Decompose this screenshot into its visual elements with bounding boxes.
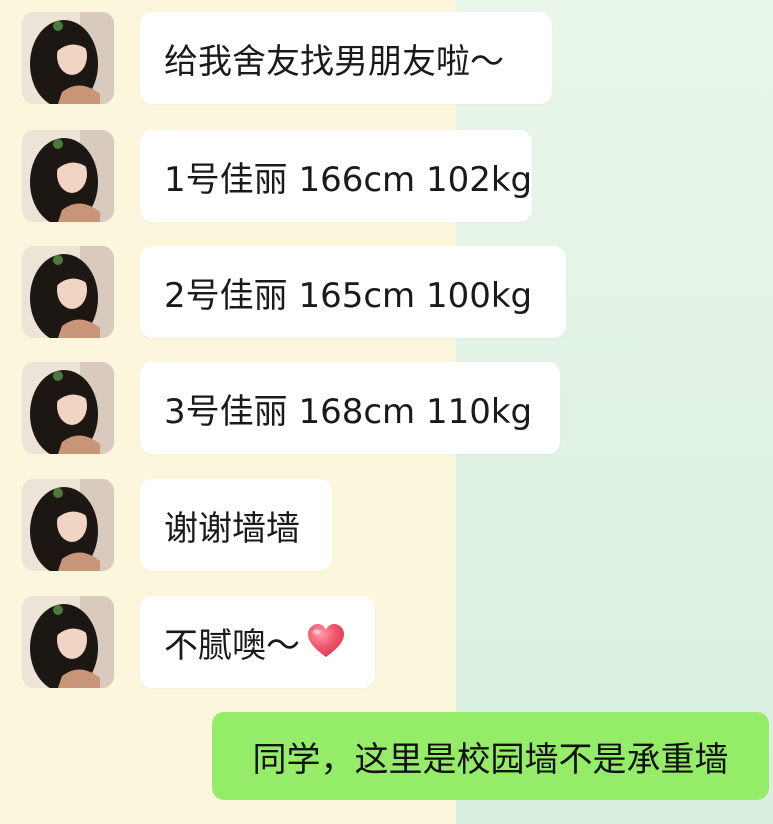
- avatar[interactable]: [22, 596, 114, 688]
- reply-bubble[interactable]: 同学，这里是校园墙不是承重墙: [212, 712, 769, 800]
- message-text: 3号佳丽 168cm 110kg: [164, 391, 533, 432]
- message-bubble[interactable]: 给我舍友找男朋友啦～: [140, 12, 552, 104]
- message-bubble[interactable]: 2号佳丽 165cm 100kg: [140, 246, 566, 338]
- message-bubble[interactable]: 3号佳丽 168cm 110kg: [140, 362, 560, 454]
- message-text: 给我舍友找男朋友啦～: [164, 41, 504, 82]
- message-bubble[interactable]: 不腻噢～: [140, 596, 375, 688]
- avatar[interactable]: [22, 246, 114, 338]
- avatar-image: [22, 479, 114, 571]
- message-text: 1号佳丽 166cm 102kg: [164, 159, 533, 200]
- avatar-image: [22, 362, 114, 454]
- avatar-image: [22, 246, 114, 338]
- message-bubble[interactable]: 谢谢墙墙: [140, 479, 332, 571]
- message-text: 谢谢墙墙: [164, 508, 300, 549]
- avatar-image: [22, 12, 114, 104]
- avatar[interactable]: [22, 362, 114, 454]
- avatar[interactable]: [22, 12, 114, 104]
- message-bubble[interactable]: 1号佳丽 166cm 102kg: [140, 130, 532, 222]
- heart-icon: [308, 624, 344, 657]
- message-text: 不腻噢～: [164, 625, 300, 666]
- avatar[interactable]: [22, 479, 114, 571]
- avatar-image: [22, 596, 114, 688]
- message-text: 2号佳丽 165cm 100kg: [164, 275, 533, 316]
- avatar[interactable]: [22, 130, 114, 222]
- reply-text: 同学，这里是校园墙不是承重墙: [252, 739, 729, 780]
- avatar-image: [22, 130, 114, 222]
